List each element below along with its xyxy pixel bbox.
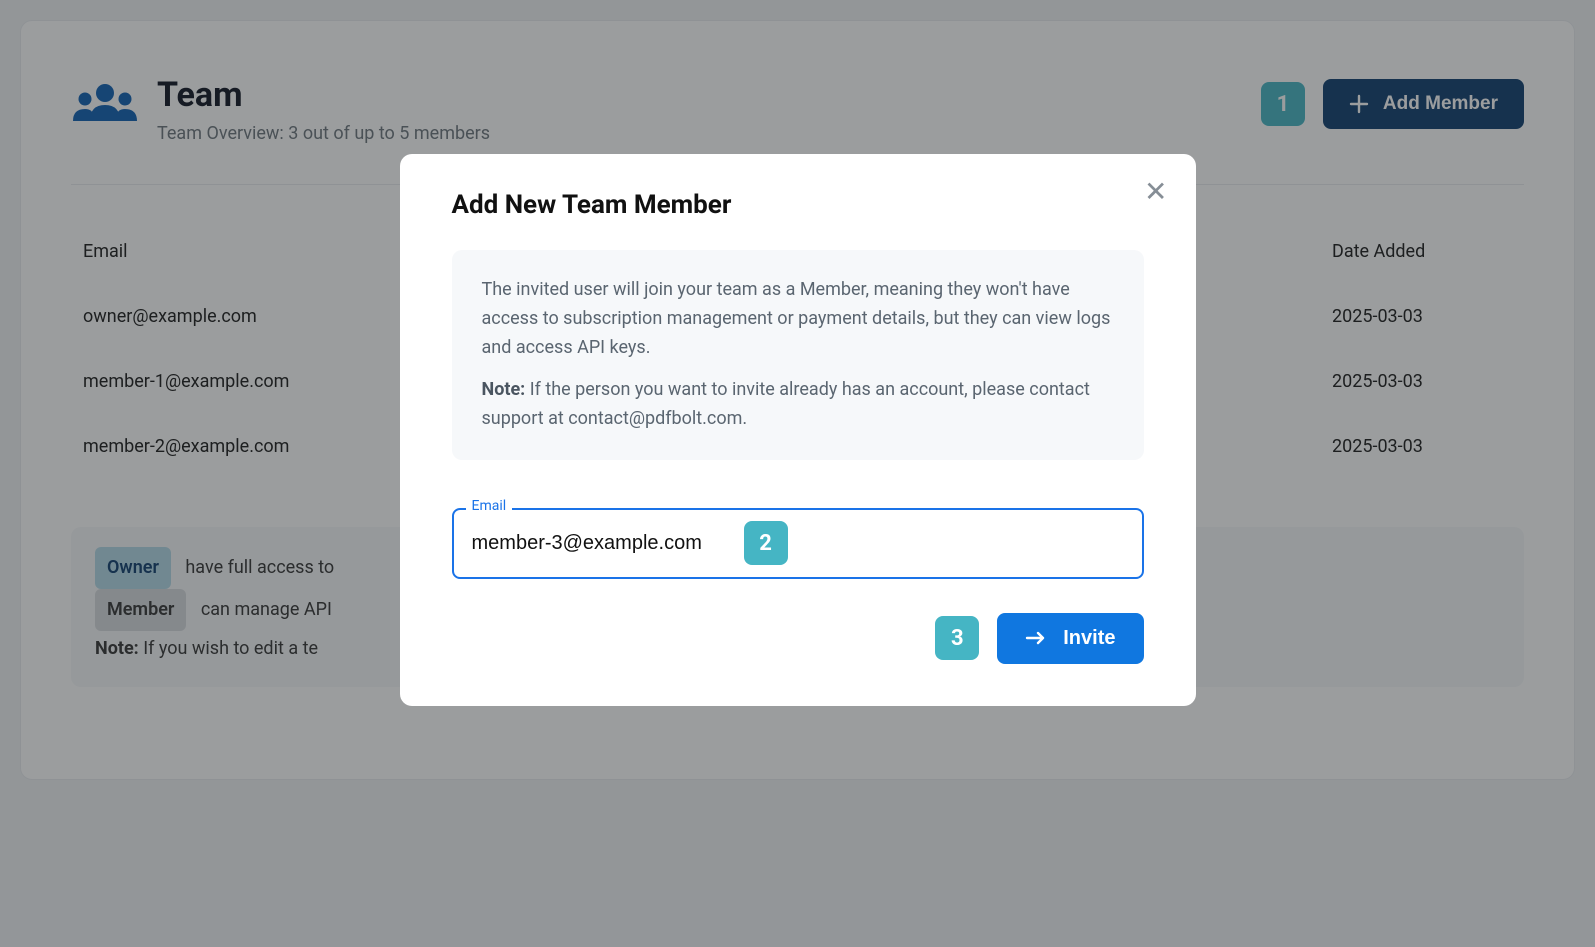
email-field-wrap: Email 2 [452,508,1144,579]
invite-button[interactable]: Invite [997,613,1143,664]
add-team-member-modal: ✕ Add New Team Member The invited user w… [400,154,1196,706]
email-field[interactable] [452,508,1144,579]
step-badge-2: 2 [744,521,788,565]
email-field-label: Email [466,498,513,514]
modal-info-text: The invited user will join your team as … [482,276,1114,362]
modal-title: Add New Team Member [452,190,1154,220]
modal-note-label: Note: [482,379,526,400]
modal-note-text: If the person you want to invite already… [482,379,1090,429]
arrow-right-icon [1025,631,1047,645]
close-icon[interactable]: ✕ [1144,178,1167,206]
step-badge-3: 3 [935,616,979,660]
invite-label: Invite [1063,627,1115,650]
modal-actions: 3 Invite [452,613,1144,664]
modal-info-box: The invited user will join your team as … [452,250,1144,460]
